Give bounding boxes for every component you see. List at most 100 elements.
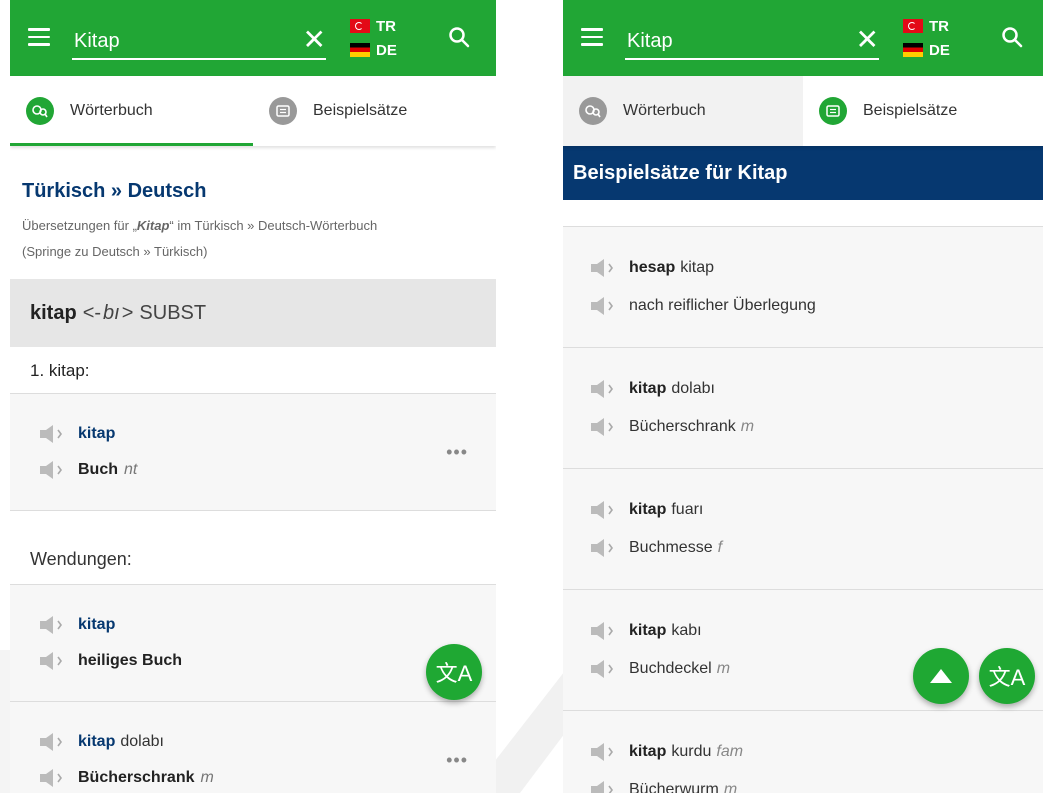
speaker-icon[interactable] — [589, 743, 619, 761]
top-app-bar: Kitap ✕ TR DE — [10, 0, 496, 76]
examples-banner: Beispielsätze für Kitap — [563, 146, 1043, 200]
switch-direction-link[interactable]: (Springe zu Deutsch » Türkisch) — [22, 244, 207, 259]
language-switcher[interactable]: TR DE — [903, 14, 950, 62]
tab-woerterbuch-label: Wörterbuch — [623, 102, 706, 119]
speaker-icon[interactable] — [38, 769, 68, 787]
subtitle-prefix: Übersetzungen für „ — [22, 218, 137, 233]
dictionary-icon — [579, 97, 607, 125]
example-source-bold: kitap — [629, 501, 667, 518]
speaker-icon[interactable] — [589, 781, 619, 793]
search-input[interactable]: Kitap ✕ — [625, 22, 879, 60]
entry-gender: nt — [124, 461, 138, 478]
example-gender: m — [716, 660, 731, 677]
search-input-value: Kitap — [74, 30, 120, 52]
example-entry: kitap kurdu fam Bücherwurm m — [563, 711, 1043, 793]
language-switcher[interactable]: TR DE — [350, 14, 397, 62]
example-source-bold: kitap — [629, 380, 667, 397]
example-target: nach reiflicher Überlegung — [629, 297, 816, 314]
flag-tr-icon — [903, 19, 923, 33]
scroll-up-button[interactable] — [913, 648, 969, 704]
speaker-icon[interactable] — [589, 418, 619, 436]
clear-icon[interactable]: ✕ — [303, 26, 326, 54]
example-source-rest: kurdu — [671, 743, 712, 760]
headword-grammar: <- bı > — [82, 301, 134, 324]
example-gender: m — [723, 781, 738, 793]
tab-woerterbuch[interactable]: Wörterbuch — [563, 76, 803, 146]
tab-woerterbuch-label: Wörterbuch — [70, 102, 153, 119]
example-entry: kitap kabı Buchdeckel m — [563, 590, 1043, 711]
speaker-icon[interactable] — [38, 425, 68, 443]
clear-icon[interactable]: ✕ — [856, 26, 879, 54]
menu-icon[interactable] — [581, 28, 603, 46]
speaker-icon[interactable] — [589, 259, 619, 277]
search-input[interactable]: Kitap ✕ — [72, 22, 326, 60]
speaker-icon[interactable] — [589, 501, 619, 519]
speaker-icon[interactable] — [589, 380, 619, 398]
more-options-icon[interactable]: ••• — [446, 750, 468, 771]
source-language-label: TR — [376, 17, 396, 35]
meaning-label: 1. kitap: — [10, 347, 496, 394]
flag-tr-icon — [350, 19, 370, 33]
speaker-icon[interactable] — [589, 660, 619, 678]
speaker-icon[interactable] — [38, 652, 68, 670]
flag-de-icon — [350, 43, 370, 57]
search-input-value: Kitap — [627, 30, 673, 52]
part-of-speech: SUBST — [139, 301, 207, 324]
example-source-rest: kabı — [671, 622, 702, 639]
phrase-entry: kitap dolabı Bücherschrank m ••• — [10, 702, 496, 793]
right-screen-examples: Kitap ✕ TR DE Wörterbuch Beispielsätze B… — [563, 0, 1043, 793]
example-gender: f — [717, 539, 723, 556]
phrase-source[interactable]: kitap — [78, 733, 115, 751]
example-target: Bücherwurm — [629, 781, 719, 793]
tab-woerterbuch[interactable]: Wörterbuch — [10, 76, 253, 146]
dictionary-subtitle: Übersetzungen für „Kitap“ im Türkisch » … — [22, 213, 496, 265]
source-language-label: TR — [929, 17, 949, 35]
example-source-note: fam — [716, 743, 744, 760]
translation-entry: kitap Buch nt ••• — [10, 394, 496, 511]
speaker-icon[interactable] — [38, 733, 68, 751]
more-options-icon[interactable]: ••• — [446, 442, 468, 463]
scroll-up-icon — [930, 669, 952, 683]
translate-icon: 文A — [435, 661, 473, 686]
speaker-icon[interactable] — [38, 461, 68, 479]
tab-beispielsaetze[interactable]: Beispielsätze — [253, 76, 496, 146]
headword: kitap — [30, 301, 77, 324]
menu-icon[interactable] — [28, 28, 50, 46]
speaker-icon[interactable] — [589, 539, 619, 557]
example-source-bold: kitap — [629, 622, 667, 639]
phrase-source-rest: dolabı — [120, 733, 164, 750]
phrases-label: Wendungen: — [10, 511, 496, 585]
phrase-target[interactable]: Bücherschrank — [78, 769, 195, 787]
tab-bar: Wörterbuch Beispielsätze — [563, 76, 1043, 146]
target-language-label: DE — [929, 41, 950, 59]
example-source-rest: fuarı — [671, 501, 704, 518]
entry-target[interactable]: Buch — [78, 461, 118, 479]
tab-beispielsaetze-label: Beispielsätze — [863, 102, 958, 119]
divider — [563, 200, 1043, 227]
example-target: Bücherschrank — [629, 418, 736, 435]
search-icon[interactable] — [448, 26, 470, 48]
phrase-target[interactable]: heiliges Buch — [78, 652, 182, 670]
speaker-icon[interactable] — [589, 622, 619, 640]
translate-button[interactable]: 文A — [426, 644, 482, 700]
example-target: Buchdeckel — [629, 660, 712, 677]
dictionary-direction-title: Türkisch » Deutsch — [22, 180, 207, 202]
translate-button[interactable]: 文A — [979, 648, 1035, 704]
phrase-gender: m — [200, 769, 214, 786]
example-entry: kitap dolabı Bücherschrank m — [563, 348, 1043, 469]
example-target: Buchmesse — [629, 539, 713, 556]
example-source-rest: dolabı — [671, 380, 715, 397]
search-icon[interactable] — [1001, 26, 1023, 48]
dictionary-icon — [26, 97, 54, 125]
speaker-icon[interactable] — [38, 616, 68, 634]
translate-icon: 文A — [988, 665, 1026, 690]
example-source-bold: kitap — [629, 743, 667, 760]
top-app-bar: Kitap ✕ TR DE — [563, 0, 1043, 76]
speaker-icon[interactable] — [589, 297, 619, 315]
entry-source[interactable]: kitap — [78, 425, 115, 443]
example-gender: m — [740, 418, 755, 435]
headword-header: kitap <- bı > SUBST — [10, 279, 496, 347]
phrase-source[interactable]: kitap — [78, 616, 115, 634]
left-screen-dictionary: Kitap ✕ TR DE Wörterbuch Beispielsätze T… — [10, 0, 496, 793]
tab-beispielsaetze[interactable]: Beispielsätze — [803, 76, 1043, 146]
